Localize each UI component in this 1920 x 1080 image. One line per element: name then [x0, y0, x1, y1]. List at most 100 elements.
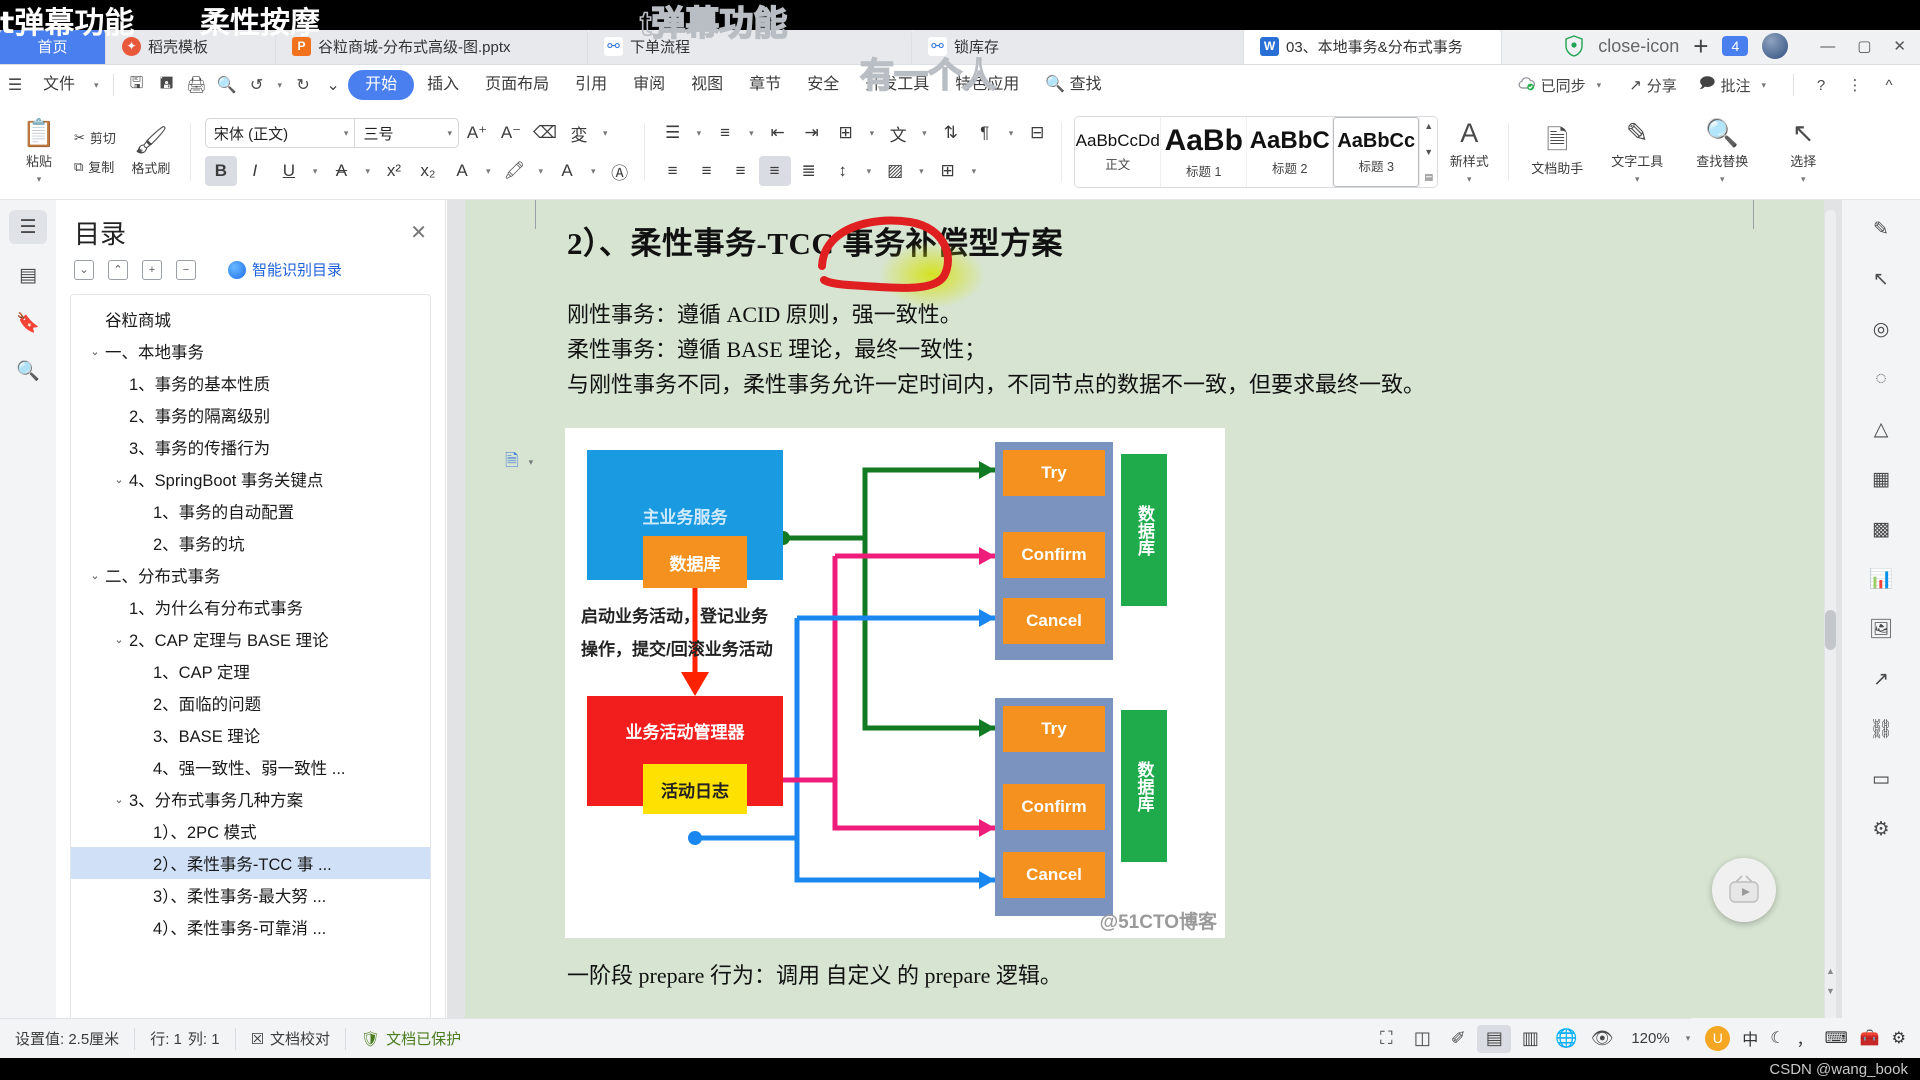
- char-border-icon[interactable]: Ⓐ: [604, 156, 636, 186]
- borders-icon[interactable]: ⊞: [932, 156, 964, 186]
- frame-icon[interactable]: ▭: [1861, 762, 1901, 796]
- underline-button[interactable]: U: [273, 156, 305, 186]
- find-replace-button[interactable]: 🔍 查找替换 ▾: [1677, 110, 1767, 194]
- sync-status[interactable]: 已同步 ▾: [1508, 71, 1617, 99]
- increase-indent-icon[interactable]: ⇥: [796, 118, 828, 148]
- style-item-heading2[interactable]: AaBbC 标题 2: [1247, 117, 1334, 187]
- shield-icon[interactable]: [1564, 35, 1584, 57]
- font-color-icon[interactable]: A: [551, 156, 583, 186]
- expand-down-icon[interactable]: ⌄: [74, 259, 94, 280]
- chevron-down-icon[interactable]: ▾: [597, 128, 614, 139]
- power-icon[interactable]: U: [1705, 1025, 1731, 1051]
- copy-button[interactable]: ⧉ 复制: [70, 155, 120, 179]
- menu-section[interactable]: 章节: [736, 70, 794, 100]
- chevron-down-icon[interactable]: ▾: [88, 80, 105, 91]
- chevron-down-icon[interactable]: ▾: [916, 128, 933, 139]
- chevron-down-icon[interactable]: ▾: [441, 128, 458, 139]
- close-icon[interactable]: close-icon: [1598, 36, 1679, 57]
- expand-all-icon[interactable]: +: [142, 259, 162, 280]
- floating-logo-button[interactable]: [1712, 858, 1776, 922]
- outline-item[interactable]: 1、事务的基本性质: [71, 367, 430, 399]
- style-gallery-nav[interactable]: ▲ ▼ ▤: [1419, 117, 1437, 187]
- subscript-button[interactable]: x₂: [412, 156, 444, 186]
- outline-item[interactable]: 4）、柔性事务-可靠消 ...: [71, 911, 430, 943]
- font-name-input[interactable]: 宋体 (正文): [206, 123, 338, 144]
- clear-format-icon[interactable]: ⌫: [529, 118, 561, 148]
- scroll-up-button[interactable]: ▲: [1825, 966, 1836, 976]
- outline-item[interactable]: 3、BASE 理论: [71, 719, 430, 751]
- chevron-up-icon[interactable]: ▲: [1424, 121, 1433, 131]
- superscript-button[interactable]: x²: [378, 156, 410, 186]
- document-page[interactable]: 🗎 ▾ 2）、柔性事务-TCC 事务补偿型方案 刚性事务：遵循 ACID 原则，…: [447, 200, 1842, 1040]
- chevron-down-icon[interactable]: ▾: [533, 166, 550, 177]
- show-marks-icon[interactable]: ¶: [969, 118, 1001, 148]
- shading-icon[interactable]: ▨: [879, 156, 911, 186]
- menu-review[interactable]: 审阅: [620, 70, 678, 100]
- chevron-down-icon[interactable]: ⌄: [109, 633, 129, 646]
- outline-item[interactable]: 4、强一致性、弱一致性 ...: [71, 751, 430, 783]
- two-page-icon[interactable]: ◫: [1405, 1025, 1439, 1053]
- menu-search[interactable]: 🔍 查找: [1032, 70, 1114, 100]
- share-out-icon[interactable]: ↗: [1861, 662, 1901, 696]
- menu-file[interactable]: 文件: [30, 70, 88, 100]
- line-spacing-icon[interactable]: ↕: [827, 156, 859, 186]
- menu-references[interactable]: 引用: [562, 70, 620, 100]
- tab-pptx[interactable]: P 谷粒商城-分布式高级-图.pptx: [276, 28, 588, 64]
- eye-icon[interactable]: 👁: [1585, 1025, 1619, 1053]
- search-panel-icon[interactable]: 🔍: [9, 354, 47, 388]
- shrink-font-button[interactable]: A⁻: [495, 118, 527, 148]
- bookmark-icon[interactable]: 🔖: [9, 306, 47, 340]
- expand-gallery-icon[interactable]: ▤: [1424, 172, 1433, 183]
- chevron-down-icon[interactable]: ▾: [338, 128, 355, 139]
- tab-active-document[interactable]: W 03、本地事务&分布式事务: [1244, 28, 1502, 64]
- web-view-icon[interactable]: ▥: [1513, 1025, 1547, 1053]
- tcc-diagram[interactable]: 主业务服务 数据库 启动业务活动，登记业务 操作，提交/回滚业务活动 业务活动管…: [565, 428, 1225, 938]
- collapse-all-icon[interactable]: −: [176, 259, 196, 280]
- document-canvas[interactable]: 🗎 ▾ 2）、柔性事务-TCC 事务补偿型方案 刚性事务：遵循 ACID 原则，…: [447, 200, 1842, 1040]
- hamburger-icon[interactable]: ☰: [0, 70, 30, 100]
- menu-view[interactable]: 视图: [678, 70, 736, 100]
- proofread-status[interactable]: ☒ 文档校对: [234, 1027, 345, 1050]
- cursor-position-status[interactable]: 行: 1 列: 1: [134, 1027, 234, 1050]
- document-body[interactable]: 2）、柔性事务-TCC 事务补偿型方案 刚性事务：遵循 ACID 原则，强一致性…: [567, 216, 1742, 402]
- align-center-icon[interactable]: ≡: [691, 156, 723, 186]
- save-as-icon[interactable]: 🖪: [152, 70, 182, 100]
- align-left-icon[interactable]: ≡: [657, 156, 689, 186]
- bullets-icon[interactable]: ☰: [657, 118, 689, 148]
- shape-icon[interactable]: ◌: [1861, 362, 1901, 396]
- print-preview-icon[interactable]: 🔍: [212, 70, 242, 100]
- chevron-down-icon[interactable]: ▾: [913, 166, 930, 177]
- outline-item[interactable]: 3）、柔性事务-最大努 ...: [71, 879, 430, 911]
- ime-mode-label[interactable]: 中: [1742, 1026, 1758, 1050]
- menu-security[interactable]: 安全: [794, 70, 852, 100]
- font-size-input[interactable]: 三号: [355, 123, 441, 144]
- tab-count-badge[interactable]: 4: [1722, 36, 1749, 56]
- edit-mode-icon[interactable]: ✐: [1441, 1025, 1475, 1053]
- settings-icon[interactable]: ⚙: [1892, 1028, 1906, 1048]
- help-icon[interactable]: ?: [1806, 70, 1836, 100]
- menu-insert[interactable]: 插入: [414, 70, 472, 100]
- target-icon[interactable]: ◎: [1861, 312, 1901, 346]
- chevron-down-icon[interactable]: ▼: [1424, 147, 1433, 157]
- more-icon[interactable]: ⌄: [318, 70, 348, 100]
- comma-icon[interactable]: ，: [1797, 1026, 1813, 1050]
- chevron-down-icon[interactable]: ▾: [585, 166, 602, 177]
- numbering-icon[interactable]: ≡: [709, 118, 741, 148]
- window-maximize-button[interactable]: ▢: [1857, 37, 1871, 55]
- menu-page-layout[interactable]: 页面布局: [472, 70, 562, 100]
- chevron-down-icon[interactable]: ⌄: [109, 473, 129, 486]
- outline-list[interactable]: 谷粒商城 ⌄ 一、本地事务 1、事务的基本性质 2、事务的隔离级别 3、事务的传播行为 ⌄ 4…: [70, 294, 431, 1026]
- gear-icon[interactable]: ⚙: [1861, 812, 1901, 846]
- paste-options-icon[interactable]: 🗎 ▾: [505, 448, 539, 477]
- triangle-icon[interactable]: △: [1861, 412, 1901, 446]
- chevron-down-icon[interactable]: ▾: [307, 166, 324, 177]
- highlight-icon[interactable]: 🖍: [499, 156, 531, 186]
- vertical-scrollbar[interactable]: [1825, 210, 1836, 1028]
- new-style-button[interactable]: A 新样式 ▾: [1438, 110, 1500, 194]
- select-button[interactable]: ↖ 选择 ▾: [1767, 110, 1839, 194]
- window-minimize-button[interactable]: —: [1820, 38, 1835, 55]
- outline-item[interactable]: 2、事务的坑: [71, 527, 430, 559]
- style-item-heading1[interactable]: AaBb 标题 1: [1161, 117, 1248, 187]
- chevron-down-icon[interactable]: ⌄: [109, 793, 129, 806]
- chevron-down-icon[interactable]: ⌄: [85, 345, 105, 358]
